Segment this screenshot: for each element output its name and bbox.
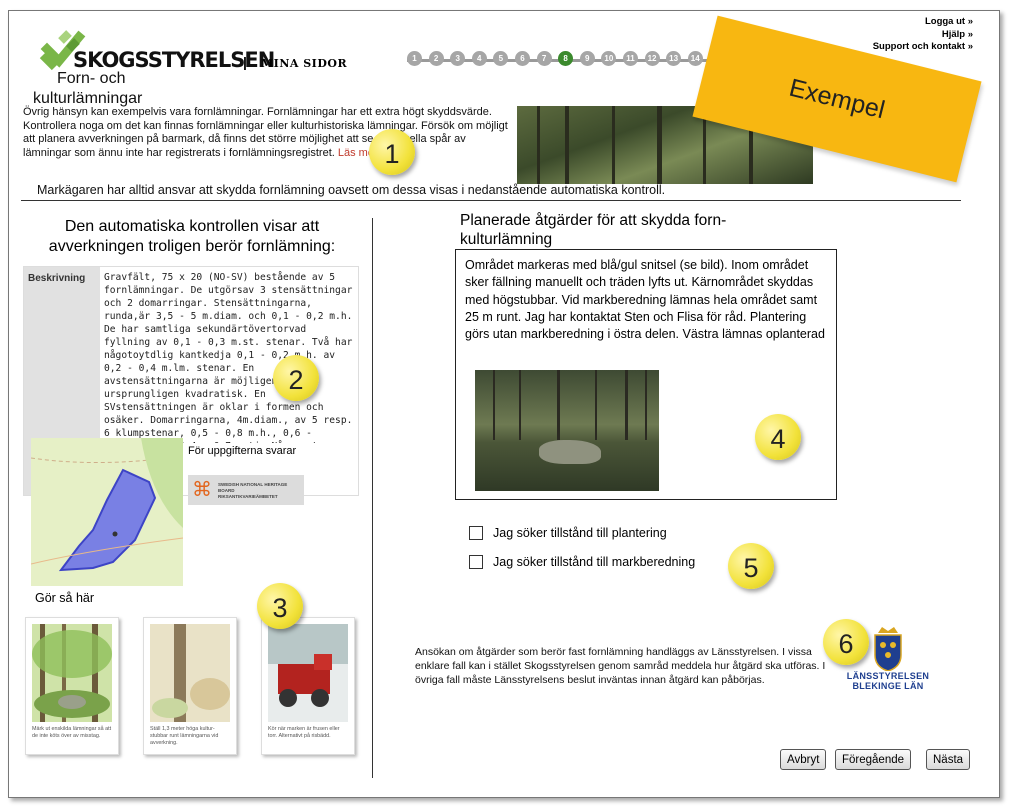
coat-of-arms-icon — [874, 627, 902, 671]
wizard-step-9[interactable]: 9 — [579, 51, 595, 66]
scarification-permit-checkbox[interactable] — [469, 555, 483, 569]
scarification-permit-option[interactable]: Jag söker tillstånd till markberedning — [469, 555, 695, 569]
top-links: Logga ut » Hjälp » Support och kontakt » — [873, 16, 973, 54]
raa-logo: ⌘ SWEDISH NATIONAL HERITAGE BOARD RIKSAN… — [188, 475, 304, 505]
page-title-line1: Forn- och — [57, 70, 126, 87]
page-title: Forn- och kulturlämningar — [33, 69, 217, 109]
wizard-step-8[interactable]: 8 — [558, 51, 574, 66]
planned-measures-heading: Planerade åtgärder för att skydda forn- … — [460, 212, 727, 248]
guide-card-mark: Märk ut enskilda lämningar så att de int… — [25, 617, 119, 755]
help-link[interactable]: Hjälp » — [873, 29, 973, 42]
raa-logo-text: SWEDISH NATIONAL HERITAGE BOARD RIKSANTI… — [218, 482, 288, 499]
wizard-step-10[interactable]: 10 — [601, 51, 617, 66]
how-to-heading: Gör så här — [35, 591, 95, 605]
logout-link[interactable]: Logga ut » — [873, 16, 973, 29]
wizard-step-5[interactable]: 5 — [493, 51, 509, 66]
planting-permit-checkbox[interactable] — [469, 526, 483, 540]
header-divider — [21, 200, 961, 201]
description-text: Gravfält, 75 x 20 (NO-SV) bestående av 5… — [104, 272, 353, 443]
planned-measures-text: Området markeras med blå/gul snitsel (se… — [465, 258, 825, 342]
callout-marker-2: 2 — [273, 355, 319, 401]
wizard-step-13[interactable]: 13 — [666, 51, 682, 66]
guide-card-frozen-ground: Kör när marken är frusen eller torr. Alt… — [261, 617, 355, 755]
brand-separator: | — [243, 54, 247, 70]
next-button[interactable]: Nästa — [926, 749, 971, 770]
app-window: SKOGSSTYRELSEN | MINA SIDOR Forn- och ku… — [8, 10, 1000, 798]
callout-marker-1: 1 — [369, 129, 415, 175]
wizard-step-7[interactable]: 7 — [536, 51, 552, 66]
callout-marker-5: 5 — [728, 543, 774, 589]
callout-marker-6: 6 — [823, 619, 869, 665]
owner-notice: Markägaren har alltid ansvar att skydda … — [37, 183, 666, 197]
wizard-stepper: 1 2 3 4 5 6 7 8 9 10 11 12 13 14 — [407, 51, 709, 66]
marked-area-photo — [475, 370, 659, 491]
guide-card-stumps: Ställ 1,3 meter höga kultur-stubbar runt… — [143, 617, 237, 755]
auto-check-heading: Den automatiska kontrollen visar att avv… — [48, 218, 336, 255]
support-link[interactable]: Support och kontakt » — [873, 41, 973, 54]
raa-symbol-icon: ⌘ — [192, 479, 212, 501]
responsibility-text: För uppgifterna svarar — [188, 445, 297, 457]
section-name: MINA SIDOR — [261, 57, 348, 70]
planting-permit-label: Jag söker tillstånd till plantering — [493, 526, 667, 540]
callout-marker-4: 4 — [755, 414, 801, 460]
intro-paragraph: Övrig hänsyn kan exempelvis vara fornläm… — [23, 106, 508, 159]
guide-card-caption: Märk ut enskilda lämningar så att de int… — [32, 726, 112, 739]
wizard-step-14[interactable]: 14 — [687, 51, 703, 66]
column-divider — [372, 218, 373, 778]
planting-permit-option[interactable]: Jag söker tillstånd till plantering — [469, 526, 667, 540]
wizard-step-11[interactable]: 11 — [622, 51, 638, 66]
wizard-step-2[interactable]: 2 — [428, 51, 444, 66]
cancel-button[interactable]: Avbryt — [780, 749, 827, 770]
wizard-step-3[interactable]: 3 — [450, 51, 466, 66]
scarification-permit-label: Jag söker tillstånd till markberedning — [493, 555, 696, 569]
guide-card-caption: Kör när marken är frusen eller torr. Alt… — [268, 726, 340, 739]
wizard-step-6[interactable]: 6 — [514, 51, 530, 66]
forwarder-illustration — [268, 624, 348, 722]
planned-measures-textarea[interactable]: Området markeras med blå/gul snitsel (se… — [455, 249, 837, 500]
area-map — [31, 438, 183, 586]
callout-marker-3: 3 — [257, 583, 303, 629]
wizard-step-4[interactable]: 4 — [471, 51, 487, 66]
wizard-step-1[interactable]: 1 — [407, 51, 422, 66]
guide-card-caption: Ställ 1,3 meter höga kultur-stubbar runt… — [150, 726, 219, 746]
county-board-note: Ansökan om åtgärder som berör fast fornl… — [415, 646, 826, 686]
previous-button[interactable]: Föregående — [835, 749, 912, 770]
wizard-step-12[interactable]: 12 — [644, 51, 660, 66]
stumps-illustration — [150, 624, 230, 722]
intro-text: Övrig hänsyn kan exempelvis vara fornläm… — [23, 106, 517, 160]
forest-marking-illustration — [32, 624, 112, 722]
